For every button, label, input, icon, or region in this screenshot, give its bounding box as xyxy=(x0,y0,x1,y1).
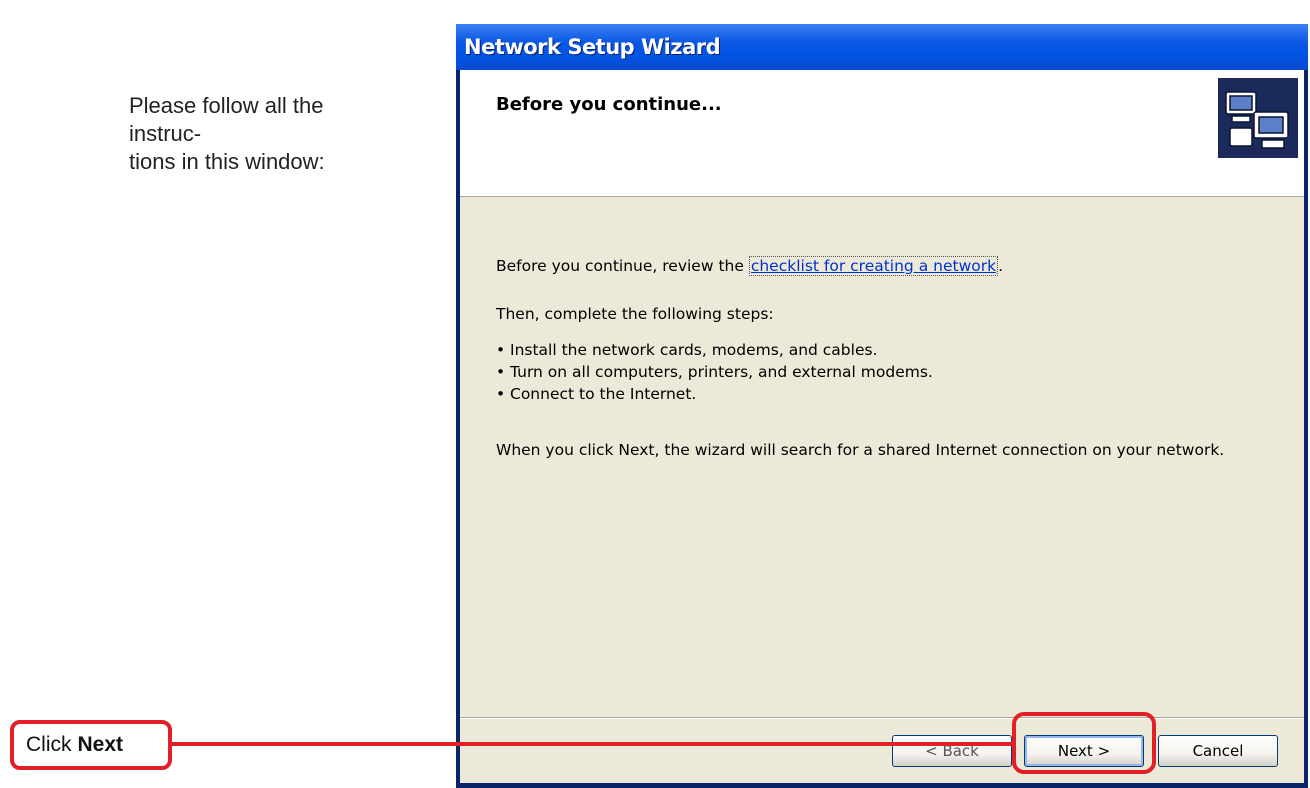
checklist-link[interactable]: checklist for creating a network xyxy=(748,256,999,276)
next-button-highlight xyxy=(1012,712,1156,774)
network-computers-icon xyxy=(1218,78,1298,158)
next-note: When you click Next, the wizard will sea… xyxy=(496,441,1225,459)
window-title: Network Setup Wizard xyxy=(464,35,721,59)
network-setup-wizard-window: Network Setup Wizard Before you continue… xyxy=(456,24,1308,788)
callout-emphasis: Next xyxy=(77,733,124,756)
step-item: Connect to the Internet. xyxy=(496,383,933,405)
back-button[interactable]: < Back xyxy=(892,735,1012,767)
wizard-content: Before you continue, review the checklis… xyxy=(460,197,1304,718)
wizard-footer: < Back Next > Cancel xyxy=(460,718,1304,783)
intro-text: Before you continue, review the xyxy=(496,257,744,275)
instruction-text: Please follow all the instruc- tions in … xyxy=(129,92,399,176)
steps-intro: Then, complete the following steps: xyxy=(496,305,774,323)
step-item: Install the network cards, modems, and c… xyxy=(496,339,933,361)
wizard-heading: Before you continue... xyxy=(496,94,722,115)
callout-connector-line xyxy=(172,742,1014,746)
instruction-line-1: Please follow all the instruc- xyxy=(129,93,324,146)
steps-list: Install the network cards, modems, and c… xyxy=(496,339,933,405)
instruction-line-2: tions in this window: xyxy=(129,149,325,174)
wizard-header: Before you continue... xyxy=(460,70,1304,197)
window-titlebar[interactable]: Network Setup Wizard xyxy=(456,24,1308,70)
cancel-button[interactable]: Cancel xyxy=(1158,735,1278,767)
intro-suffix: . xyxy=(998,257,1004,275)
click-next-callout: Click Next xyxy=(10,720,172,770)
callout-prefix: Click xyxy=(26,733,72,756)
step-item: Turn on all computers, printers, and ext… xyxy=(496,361,933,383)
intro-paragraph: Before you continue, review the checklis… xyxy=(496,256,1004,276)
